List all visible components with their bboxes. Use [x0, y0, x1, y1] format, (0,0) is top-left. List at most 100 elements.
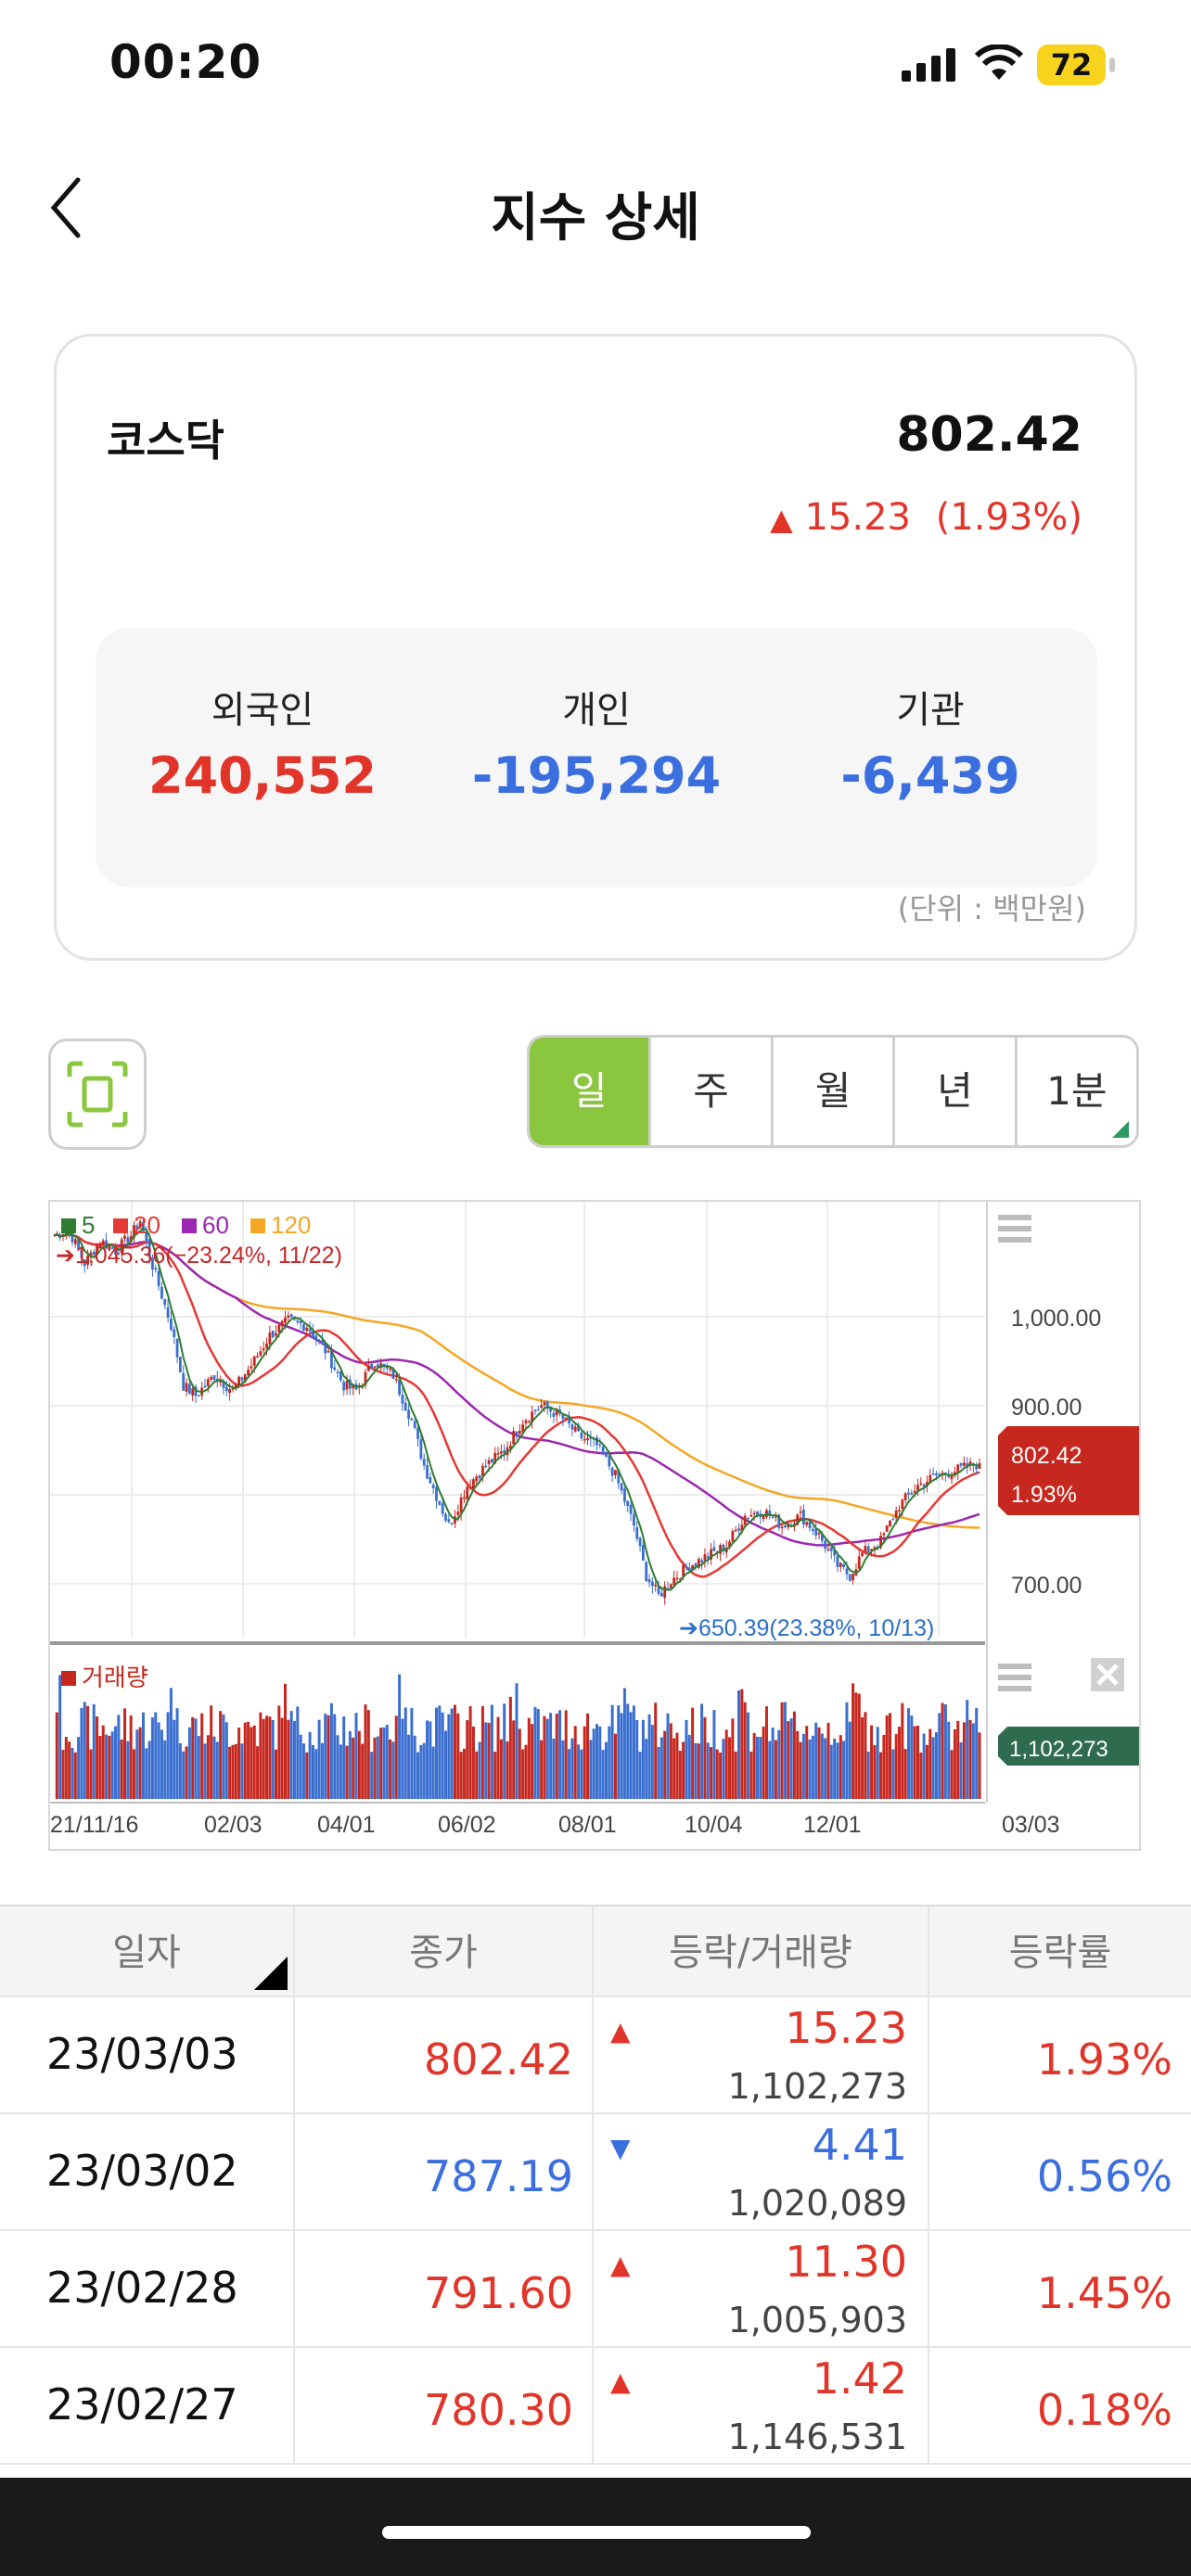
volume-bar [622, 1688, 626, 1799]
volume-bar [55, 1712, 58, 1799]
table-row[interactable]: 23/02/27 780.30 ▲ 1.42 1,146,531 0.18% [0, 2348, 1191, 2465]
capture-frame-icon [67, 1061, 128, 1128]
screenshot-button[interactable] [48, 1039, 147, 1150]
xtick: 10/04 [685, 1812, 743, 1838]
volume-bar [366, 1710, 370, 1799]
cell-rate: 0.56% [929, 2114, 1191, 2229]
date-text: 23/02/27 [46, 2379, 238, 2429]
volume-bar [490, 1704, 493, 1799]
tab-minute[interactable]: 1분 [1014, 1038, 1136, 1145]
candle-body [826, 1549, 830, 1551]
volume-bar [743, 1702, 747, 1799]
volume-bar [568, 1749, 571, 1799]
candle-body [672, 1577, 676, 1586]
candlestick-chart[interactable]: 5 20 60 120 ➔1,045.36(−23.24%, 11/22) ➔6… [48, 1200, 1141, 1851]
volume-bar [799, 1741, 802, 1799]
volume-bar [256, 1746, 260, 1799]
xtick: 12/01 [803, 1812, 862, 1838]
volume-bar [792, 1711, 796, 1799]
volume-bar [805, 1726, 809, 1799]
volume-bar [222, 1714, 225, 1799]
tab-year[interactable]: 년 [892, 1038, 1014, 1145]
cellular-signal-icon [902, 48, 955, 82]
index-change: ▲ 15.23 (1.93%) [770, 496, 1082, 539]
candle-body [931, 1473, 935, 1475]
volume-bar [262, 1718, 265, 1799]
candle-body [731, 1530, 735, 1542]
volume-bar [978, 1732, 981, 1799]
volume-bar [762, 1726, 765, 1799]
close-text: 802.42 [424, 2034, 573, 2085]
header-date[interactable]: 일자 [0, 1906, 295, 1996]
volume-bar [604, 1741, 608, 1799]
tab-day[interactable]: 일 [530, 1038, 649, 1145]
nav-bar: 지수 상세 [0, 148, 1191, 260]
price-menu-icon[interactable] [998, 1215, 1031, 1243]
tab-month[interactable]: 월 [770, 1038, 892, 1145]
candle-body [749, 1514, 753, 1517]
low-note: 650.39(23.38%, 10/13) [698, 1615, 934, 1641]
change-text: 4.41 [812, 2120, 907, 2170]
candle-body [910, 1492, 914, 1495]
xtick: 21/11/16 [50, 1812, 138, 1838]
up-triangle-icon: ▲ [610, 2250, 631, 2280]
investor-value: -195,294 [471, 746, 722, 805]
investor-foreign: 외국인 240,552 [114, 680, 411, 805]
volume-bar [342, 1716, 346, 1799]
candle-body [247, 1370, 250, 1376]
candle-body [366, 1365, 370, 1371]
table-row[interactable]: 23/02/28 791.60 ▲ 11.30 1,005,903 1.45% [0, 2231, 1191, 2348]
header-date-label: 일자 [112, 1932, 181, 1974]
clock: 00:20 [109, 35, 263, 89]
candle-body [373, 1366, 377, 1368]
volume-bar [864, 1712, 867, 1799]
xtick: 08/01 [558, 1812, 617, 1838]
candle-body [743, 1515, 747, 1525]
volume-bar [308, 1731, 312, 1799]
rate-text: 1.45% [1036, 2268, 1172, 2318]
candle-body [626, 1500, 630, 1507]
volume-bar [586, 1713, 590, 1799]
candle-body [962, 1462, 966, 1466]
candle-body [885, 1525, 889, 1532]
volume-bar [913, 1726, 916, 1799]
volume-bar [706, 1742, 710, 1799]
ytick: 1,000.00 [1011, 1306, 1101, 1332]
candle-body [271, 1331, 275, 1338]
candle-body [536, 1409, 540, 1411]
volume-bar [879, 1752, 883, 1799]
volume-bar [154, 1712, 158, 1799]
volume-bar [589, 1740, 593, 1799]
candle-body [629, 1504, 633, 1514]
candle-body [212, 1375, 216, 1381]
volume-bar [61, 1750, 65, 1799]
volume-bar [842, 1741, 846, 1799]
volume-bar [231, 1744, 235, 1799]
volume-bar [83, 1702, 86, 1799]
index-name: 코스닥 [107, 415, 224, 465]
volume-bar [512, 1720, 516, 1799]
volume-bar [764, 1706, 768, 1799]
volume-bar [613, 1733, 617, 1799]
candle-body [601, 1446, 605, 1455]
tab-week[interactable]: 주 [648, 1038, 770, 1145]
volume-menu-icon[interactable] [998, 1664, 1031, 1691]
close-volume-panel-icon[interactable] [1091, 1658, 1124, 1691]
volume-bar [413, 1735, 416, 1799]
volume-bar [157, 1722, 160, 1799]
volume-bar [324, 1714, 327, 1799]
candle-body [623, 1488, 626, 1502]
candle-body [894, 1510, 898, 1519]
volume-bar [873, 1745, 877, 1799]
home-indicator[interactable] [382, 2526, 811, 2539]
volume-bar [737, 1690, 741, 1799]
candle-body [444, 1513, 447, 1521]
volume-text: 1,146,531 [727, 2417, 907, 2457]
table-row[interactable]: 23/03/03 802.42 ▲ 15.23 1,102,273 1.93% [0, 1997, 1191, 2114]
candle-body [466, 1486, 469, 1499]
volume-bar [475, 1751, 479, 1799]
volume-bar [426, 1720, 429, 1799]
table-row[interactable]: 23/03/02 787.19 ▼ 4.41 1,020,089 0.56% [0, 2114, 1191, 2231]
period-tabs: 일 주 월 년 1분 [527, 1035, 1139, 1148]
candle-body [450, 1523, 454, 1524]
